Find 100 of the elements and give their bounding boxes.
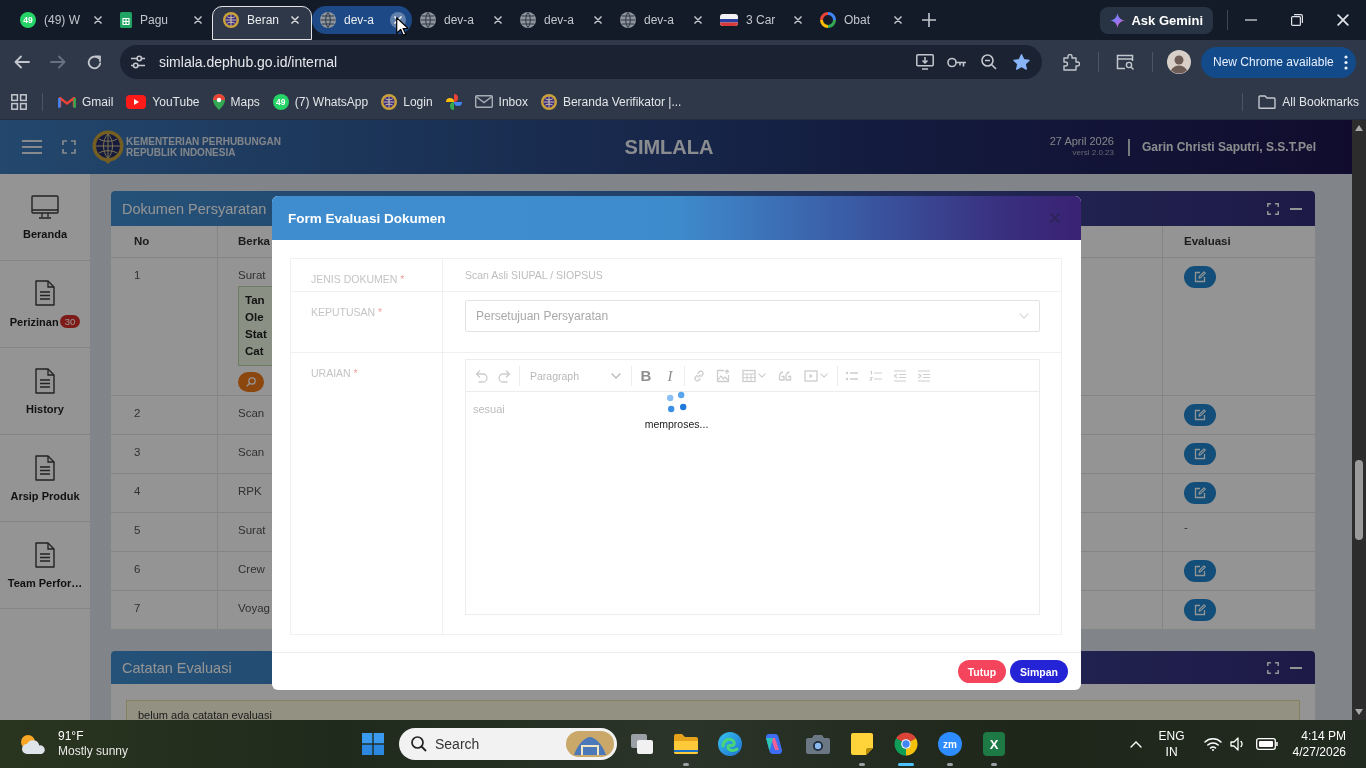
bookmark-link[interactable]: YouTube — [120, 87, 207, 116]
sidebar-item[interactable]: Beranda — [0, 174, 90, 261]
url-input[interactable]: simlala.dephub.go.id/internal — [159, 54, 907, 70]
bookmark-link[interactable]: Maps — [206, 87, 267, 116]
weather-temperature[interactable]: 91°F — [58, 729, 129, 744]
edit-icon — [1194, 487, 1206, 499]
edit-button[interactable] — [1184, 404, 1216, 426]
globe-icon — [620, 12, 636, 28]
spreadsheet-app-logo[interactable]: X — [983, 732, 1005, 756]
chevron-down-icon — [611, 372, 621, 379]
app-version: versi 2.0.23 — [1072, 147, 1114, 159]
reload-icon[interactable] — [86, 54, 102, 70]
browser-tab[interactable]: dev-a — [612, 6, 712, 34]
bookmark-link[interactable]: Gmail — [52, 87, 121, 116]
sidebar-item[interactable]: Perizinan 30 — [0, 261, 90, 348]
field-value: Scan Asli SIUPAL / SIOPSUS — [465, 269, 603, 281]
clock-date[interactable]: 4/27/2026 — [1292, 744, 1346, 760]
edit-button[interactable] — [1184, 599, 1216, 621]
search-input[interactable]: Search — [435, 736, 558, 752]
column-header: No — [134, 235, 150, 247]
menu-icon[interactable] — [22, 140, 42, 154]
bookmark-link[interactable]: Beranda Verifikator |... — [534, 87, 689, 116]
avatar-icon[interactable] — [1167, 50, 1191, 74]
swirl-icon[interactable] — [718, 732, 742, 756]
loading-text: memproses... — [644, 418, 709, 430]
browser-tab[interactable]: Pagu — [112, 6, 212, 34]
envelope-icon — [474, 95, 493, 108]
ring-dot-icon[interactable] — [894, 732, 918, 756]
browser-tab[interactable]: 3 Car — [712, 6, 812, 34]
user-name[interactable]: Garin Christi Saputri, S.S.T.Pel — [1141, 140, 1316, 154]
puzzle-icon[interactable] — [1062, 53, 1080, 71]
bookmark-link[interactable]: Login — [375, 87, 440, 116]
tab-search-icon[interactable] — [1115, 54, 1135, 70]
browser-tab[interactable]: dev-a — [412, 6, 512, 34]
chevron-up-icon[interactable] — [1129, 740, 1142, 748]
update-button[interactable]: New Chrome available — [1201, 46, 1356, 78]
task-view-icon[interactable] — [630, 732, 654, 756]
scrollbar[interactable] — [1352, 120, 1366, 720]
zoom-out-icon[interactable] — [981, 54, 997, 70]
all-bookmarks-link[interactable]: All Bookmarks — [1252, 87, 1366, 116]
sidebar-label: Perizinan — [9, 315, 59, 328]
browser-tab[interactable]: dev-a — [312, 6, 412, 34]
wifi-icon[interactable] — [1203, 737, 1222, 751]
browser-tab[interactable]: dev-a — [512, 6, 612, 34]
pinwheel-icon[interactable] — [445, 93, 462, 110]
sidebar-item[interactable]: History — [0, 348, 90, 435]
row-number: 3 — [134, 446, 141, 458]
input-language[interactable]: ENG — [1158, 728, 1185, 744]
back-icon[interactable] — [14, 55, 30, 69]
bookmark-link[interactable]: Inbox — [468, 87, 535, 116]
loading-spinner-icon — [665, 391, 688, 413]
close-button[interactable]: Tutup — [957, 660, 1007, 683]
sidebar-item[interactable]: Arsip Produk — [0, 435, 90, 522]
play-icon — [126, 94, 147, 109]
edit-button[interactable] — [1184, 560, 1216, 582]
row-number: 1 — [134, 269, 141, 281]
ask-assistant-button[interactable]: Ask Gemini — [1100, 6, 1213, 34]
browser-tab[interactable]: 49 (49) W — [12, 6, 112, 34]
key-icon[interactable] — [947, 56, 967, 68]
file-name: Scan — [238, 446, 265, 458]
input-region[interactable]: IN — [1165, 744, 1178, 760]
save-button[interactable]: Simpan — [1010, 660, 1068, 683]
apps-grid-icon[interactable] — [11, 93, 27, 110]
sun-cloud-icon[interactable] — [18, 733, 46, 755]
star-icon[interactable] — [1012, 54, 1030, 70]
edit-button[interactable] — [1184, 443, 1216, 465]
speaker-icon[interactable] — [1229, 737, 1246, 751]
fullscreen-icon[interactable] — [62, 140, 76, 154]
site-info-icon[interactable] — [130, 55, 146, 69]
edit-button[interactable] — [1184, 482, 1216, 504]
weather-condition[interactable]: Mostly sunny — [58, 744, 129, 759]
sticky-note-icon[interactable] — [851, 732, 873, 756]
expand-icon[interactable] — [1267, 661, 1279, 674]
scroll-up-icon[interactable] — [1355, 125, 1363, 131]
plus-icon[interactable] — [922, 13, 936, 27]
scrollbar-thumb[interactable] — [1355, 460, 1363, 540]
row-number: 2 — [134, 407, 141, 419]
bookmark-link[interactable]: 49 (7) WhatsApp — [266, 87, 376, 116]
expand-icon[interactable] — [1267, 202, 1279, 215]
clock-time[interactable]: 4:14 PM — [1301, 728, 1346, 744]
restore-icon[interactable] — [1291, 14, 1303, 26]
forward-icon[interactable] — [50, 55, 66, 69]
folder-icon[interactable] — [673, 732, 699, 756]
file-name: Scan — [238, 407, 265, 419]
address-bar[interactable]: simlala.dephub.go.id/internal — [120, 45, 1042, 79]
install-icon[interactable] — [916, 54, 934, 70]
sidebar-item[interactable]: Team Perfor… — [0, 522, 90, 609]
search-bar[interactable]: Search — [399, 728, 617, 760]
notes-message: belum ada catatan evaluasi — [126, 700, 1300, 720]
edit-button[interactable] — [1184, 266, 1216, 288]
row-number: 7 — [134, 602, 141, 614]
emblem-icon — [381, 93, 398, 110]
scroll-down-icon[interactable] — [1355, 709, 1363, 715]
browser-tab[interactable]: Obat — [812, 6, 912, 34]
battery-icon[interactable] — [1255, 738, 1278, 750]
start-icon[interactable] — [362, 733, 384, 755]
header-date: 27 April 2026 — [1049, 135, 1114, 147]
browser-tab[interactable]: Beran — [212, 6, 312, 40]
count-badge: 30 — [59, 315, 81, 328]
camera-icon[interactable] — [806, 732, 830, 756]
